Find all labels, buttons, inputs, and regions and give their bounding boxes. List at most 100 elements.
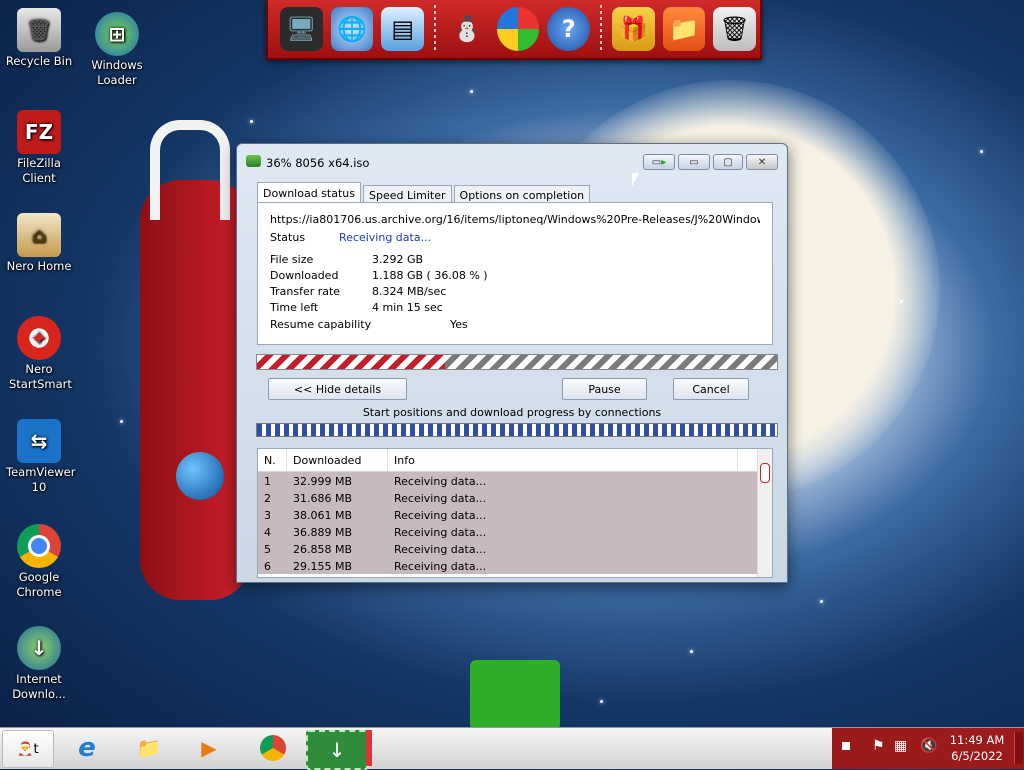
desktop-icon-windows-loader[interactable]: ⊞ Windows Loader: [78, 12, 156, 88]
media-player-icon[interactable]: ▶: [186, 730, 232, 766]
network-icon[interactable]: 🌐: [330, 7, 374, 51]
column-header-number[interactable]: N.: [258, 449, 287, 471]
cell-downloaded: 26.858 MB: [293, 543, 353, 556]
resume-capability-label: Resume capability: [270, 318, 372, 331]
file-size-value: 3.292 GB: [372, 253, 424, 266]
cell-number: 3: [264, 509, 271, 522]
table-row[interactable]: 5 26.858 MB Receiving data...: [258, 540, 772, 557]
ie-icon[interactable]: e: [64, 730, 110, 766]
help-icon[interactable]: ?: [547, 7, 591, 51]
chrome-icon[interactable]: [250, 730, 296, 766]
snowman-icon[interactable]: ⛄: [446, 7, 489, 51]
table-row[interactable]: 6 29.155 MB Receiving data...: [258, 557, 772, 574]
column-header-info[interactable]: Info: [388, 449, 738, 471]
desktop-icon-idm[interactable]: ↓ Internet Downlo...: [0, 626, 78, 702]
desktop-icon-label: Nero StartSmart: [9, 362, 72, 391]
control-panel-icon[interactable]: ▤: [381, 7, 425, 51]
desktop-icon-recycle-bin[interactable]: 🗑 Recycle Bin: [0, 8, 78, 69]
tab-strip: Download status Speed Limiter Options on…: [257, 182, 592, 207]
pause-button[interactable]: Pause: [562, 378, 647, 400]
system-tray: ⚑ ▦ 🔇 11:49 AM 6/5/2022: [832, 728, 1024, 769]
downloaded-value: 1.188 GB ( 36.08 % ): [372, 269, 488, 282]
desktop-icon-label: Internet Downlo...: [12, 672, 66, 701]
recycle-bin-icon: 🗑: [17, 8, 61, 52]
download-url: https://ia801706.us.archive.org/16/items…: [270, 213, 760, 226]
download-progress-fill: [257, 355, 445, 369]
star: [690, 650, 693, 653]
desktop-icon-label: Recycle Bin: [5, 54, 73, 68]
star: [820, 600, 823, 603]
window-title: 36% 8056 x64.iso: [266, 156, 370, 170]
idm-icon[interactable]: ↓: [306, 730, 368, 770]
clock-date: 6/5/2022: [951, 749, 1003, 763]
cell-number: 6: [264, 560, 271, 573]
list-header: N. Downloaded Info: [258, 449, 772, 472]
time-left-label: Time left: [270, 301, 319, 314]
quick-launch-bar: 🖥 🌐 ▤ ⛄ ? 🎁 📁 🗑: [266, 0, 762, 60]
title-bar[interactable]: 36% 8056 x64.iso ▭ ▸ ▭ ▢ ✕: [237, 144, 787, 178]
candy-cane-decoration: [150, 120, 230, 220]
nero-home-icon: ⌂: [17, 213, 61, 257]
download-progress-bar: [256, 354, 778, 370]
separator: [434, 5, 436, 53]
start-label: t: [33, 741, 39, 757]
cell-number: 5: [264, 543, 271, 556]
desktop-icon-nero-home[interactable]: ⌂ Nero Home: [0, 213, 78, 274]
taskbar-clock[interactable]: 11:49 AM 6/5/2022: [944, 732, 1010, 764]
volume-muted-icon[interactable]: 🔇: [920, 738, 937, 754]
cell-number: 4: [264, 526, 271, 539]
show-desktop-button[interactable]: [1014, 732, 1023, 764]
hide-details-button[interactable]: << Hide details: [268, 378, 407, 400]
cell-info: Receiving data...: [394, 509, 487, 522]
trash-icon[interactable]: 🗑: [713, 7, 757, 51]
file-explorer-icon[interactable]: 📁: [126, 730, 172, 766]
sleigh-decoration: [140, 180, 250, 600]
folder-icon[interactable]: 📁: [662, 7, 706, 51]
desktop-icon-label: Windows Loader: [91, 58, 143, 87]
action-center-icon[interactable]: ⚑: [872, 738, 885, 754]
connections-label: Start positions and download progress by…: [362, 406, 662, 419]
close-button[interactable]: ✕: [746, 154, 778, 170]
gift-icon[interactable]: 🎁: [612, 7, 655, 51]
nero-startsmart-icon: ✦: [17, 316, 61, 360]
star: [900, 300, 903, 303]
status-panel: https://ia801706.us.archive.org/16/items…: [257, 202, 773, 345]
scrollbar-thumb[interactable]: [760, 463, 770, 483]
table-row[interactable]: 4 36.889 MB Receiving data...: [258, 523, 772, 540]
minimize-button[interactable]: ▭: [678, 154, 710, 170]
vertical-scrollbar[interactable]: [757, 449, 772, 577]
table-row[interactable]: 3 38.061 MB Receiving data...: [258, 506, 772, 523]
table-row[interactable]: 1 32.999 MB Receiving data...: [258, 472, 772, 489]
start-button[interactable]: 🎅 t: [2, 730, 54, 768]
taskbar-separator: [366, 730, 372, 766]
status-label: Status: [270, 231, 306, 244]
cancel-button[interactable]: Cancel: [673, 378, 749, 400]
network-tray-icon[interactable]: ▦: [894, 738, 907, 754]
star: [470, 90, 473, 93]
desktop-icon-chrome[interactable]: Google Chrome: [0, 524, 78, 600]
file-size-label: File size: [270, 253, 314, 266]
windows-logo-icon[interactable]: [496, 7, 540, 51]
cell-info: Receiving data...: [394, 526, 487, 539]
cell-info: Receiving data...: [394, 492, 487, 505]
desktop-icon-label: Google Chrome: [16, 570, 62, 599]
computer-icon[interactable]: 🖥: [280, 7, 323, 51]
cell-downloaded: 36.889 MB: [293, 526, 353, 539]
download-window: 36% 8056 x64.iso ▭ ▸ ▭ ▢ ✕ Download statu…: [236, 143, 788, 583]
separator: [600, 5, 602, 53]
transfer-rate-label: Transfer rate: [270, 285, 341, 298]
hide-to-tray-button[interactable]: ▭ ▸: [643, 154, 675, 170]
connections-list: N. Downloaded Info 1 32.999 MB Receiving d…: [257, 448, 773, 578]
table-row[interactable]: 2 31.686 MB Receiving data...: [258, 489, 772, 506]
column-header-downloaded[interactable]: Downloaded: [287, 449, 388, 471]
star: [600, 700, 603, 703]
desktop-icon-nero-startsmart[interactable]: ✦ Nero StartSmart: [0, 316, 78, 392]
show-hidden-icons-button[interactable]: [842, 742, 850, 750]
cell-downloaded: 29.155 MB: [293, 560, 353, 573]
desktop-icon-filezilla[interactable]: FZ FileZilla Client: [0, 110, 78, 186]
desktop-icon-teamviewer[interactable]: ⇆ TeamViewer 10: [0, 419, 78, 495]
maximize-button[interactable]: ▢: [713, 154, 743, 170]
cell-number: 1: [264, 475, 271, 488]
idm-app-icon: [246, 155, 261, 167]
downloaded-label: Downloaded: [270, 269, 339, 282]
